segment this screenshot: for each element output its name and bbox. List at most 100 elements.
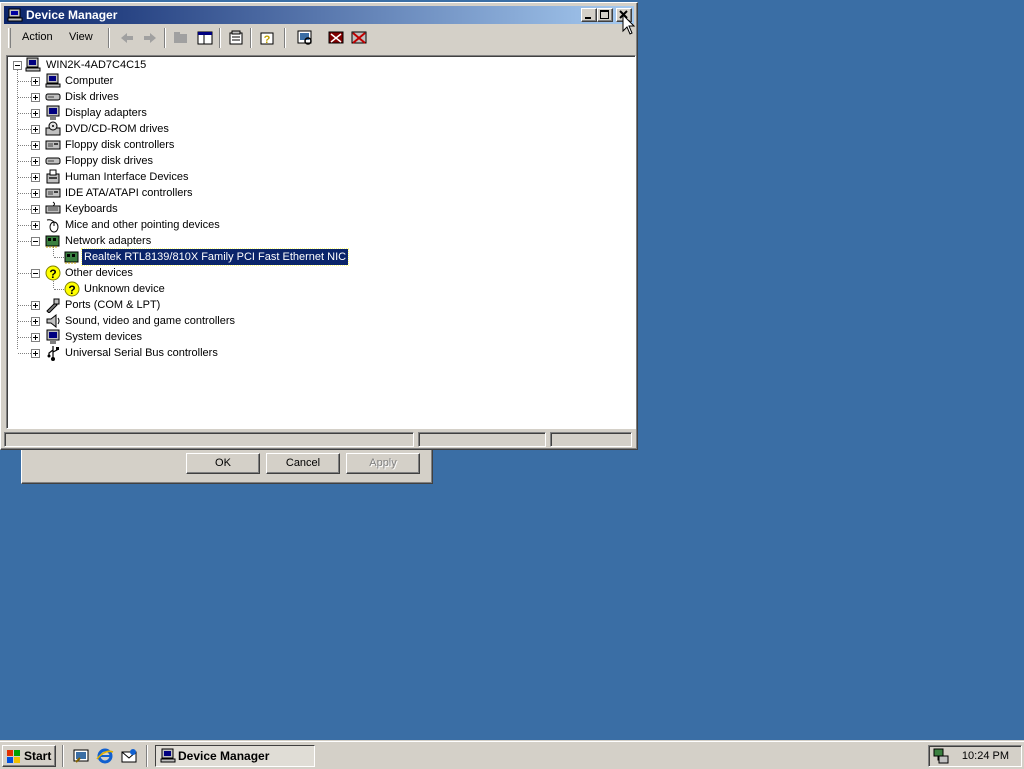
monitor-icon bbox=[46, 105, 60, 120]
expand-button[interactable] bbox=[31, 77, 40, 86]
help-icon[interactable]: ? bbox=[258, 29, 276, 47]
show-desktop-icon[interactable] bbox=[72, 747, 90, 765]
expand-button[interactable] bbox=[31, 205, 40, 214]
menu-action[interactable]: Action bbox=[22, 31, 53, 43]
outlook-express-icon[interactable] bbox=[120, 747, 138, 765]
clock: 10:24 PM bbox=[961, 750, 1009, 762]
minimize-button[interactable] bbox=[581, 8, 597, 22]
tree-item-label: Network adapters bbox=[65, 235, 152, 247]
windows-logo-icon bbox=[7, 750, 20, 763]
expand-button[interactable] bbox=[31, 125, 40, 134]
status-bar bbox=[4, 431, 634, 447]
expand-button[interactable] bbox=[31, 173, 40, 182]
disk-icon bbox=[45, 93, 61, 101]
tree-guide bbox=[18, 129, 31, 130]
tree-guide bbox=[18, 353, 31, 354]
apply-button: Apply bbox=[346, 453, 420, 474]
properties-icon[interactable] bbox=[227, 29, 245, 47]
tree-guide bbox=[18, 81, 31, 82]
start-button[interactable]: Start bbox=[2, 745, 56, 767]
expand-button[interactable] bbox=[31, 349, 40, 358]
taskbar-button-device-manager[interactable]: Device Manager bbox=[155, 745, 315, 767]
expand-button[interactable] bbox=[31, 189, 40, 198]
mouse-cursor-icon bbox=[622, 14, 636, 35]
disk-icon bbox=[45, 157, 61, 165]
monitor-icon bbox=[46, 329, 60, 344]
tree-guide bbox=[18, 113, 31, 114]
computer-icon bbox=[7, 8, 23, 22]
tree-item-label: Human Interface Devices bbox=[65, 171, 189, 183]
cdrom-icon bbox=[45, 121, 61, 136]
tree-guide bbox=[18, 321, 31, 322]
tree-item-label: Universal Serial Bus controllers bbox=[65, 347, 218, 359]
collapse-button[interactable] bbox=[31, 237, 40, 246]
toolbar-separator bbox=[164, 28, 166, 48]
toolbar-separator bbox=[284, 28, 286, 48]
expand-button[interactable] bbox=[31, 109, 40, 118]
tree-guide bbox=[18, 241, 31, 242]
taskbar-separator bbox=[62, 745, 64, 767]
expand-button[interactable] bbox=[31, 333, 40, 342]
computer-icon bbox=[45, 73, 61, 88]
start-label: Start bbox=[24, 749, 52, 763]
tree-guide bbox=[18, 209, 31, 210]
controller-icon bbox=[45, 140, 61, 150]
tree-guide bbox=[18, 161, 31, 162]
internet-explorer-icon[interactable] bbox=[96, 747, 114, 765]
taskbar-separator bbox=[146, 745, 148, 767]
tree-guide bbox=[18, 177, 31, 178]
expand-button[interactable] bbox=[31, 93, 40, 102]
computer-icon bbox=[25, 57, 41, 72]
tree-guide bbox=[18, 305, 31, 306]
toolbar-grip bbox=[8, 28, 11, 48]
network-icon bbox=[64, 251, 79, 264]
sound-icon bbox=[46, 313, 60, 329]
show-hide-tree-icon[interactable] bbox=[196, 29, 214, 47]
menu-toolbar: Action View ? bbox=[4, 26, 634, 50]
tree-item-label: Other devices bbox=[65, 267, 133, 279]
network-tray-icon[interactable] bbox=[933, 748, 949, 764]
expand-button[interactable] bbox=[31, 301, 40, 310]
tree-root-label: WIN2K-4AD7C4C15 bbox=[46, 59, 147, 71]
up-folder-icon[interactable] bbox=[172, 29, 190, 47]
forward-icon[interactable] bbox=[141, 29, 159, 47]
tree-item-label: IDE ATA/ATAPI controllers bbox=[65, 187, 193, 199]
status-panel bbox=[550, 432, 632, 447]
status-panel bbox=[418, 432, 546, 447]
tree-guide bbox=[18, 145, 31, 146]
collapse-button[interactable] bbox=[31, 269, 40, 278]
tree-item-label: Floppy disk drives bbox=[65, 155, 154, 167]
toolbar-separator bbox=[219, 28, 221, 48]
network-icon bbox=[45, 235, 60, 248]
device-tree[interactable]: WIN2K-4AD7C4C15 Computer Disk drives Displ… bbox=[6, 55, 636, 429]
expand-button[interactable] bbox=[31, 141, 40, 150]
expand-button[interactable] bbox=[31, 317, 40, 326]
tree-item-label: DVD/CD-ROM drives bbox=[65, 123, 169, 135]
tree-item-label: Sound, video and game controllers bbox=[65, 315, 235, 327]
expand-button[interactable] bbox=[31, 221, 40, 230]
hid-icon bbox=[46, 169, 60, 184]
uninstall-icon[interactable] bbox=[327, 29, 345, 47]
expand-button[interactable] bbox=[31, 157, 40, 166]
ok-button[interactable]: OK bbox=[186, 453, 260, 474]
tree-item-label: Disk drives bbox=[65, 91, 119, 103]
system-tray: 10:24 PM bbox=[928, 745, 1022, 767]
svg-text:?: ? bbox=[68, 283, 75, 297]
toolbar-separator bbox=[250, 28, 252, 48]
scan-hardware-icon[interactable] bbox=[296, 29, 314, 47]
tree-guide bbox=[18, 193, 31, 194]
tree-item-label: Ports (COM & LPT) bbox=[65, 299, 161, 311]
tree-item-label: Floppy disk controllers bbox=[65, 139, 175, 151]
cancel-button[interactable]: Cancel bbox=[266, 453, 340, 474]
menu-view[interactable]: View bbox=[69, 31, 93, 43]
taskbar-button-label: Device Manager bbox=[178, 749, 270, 763]
maximize-button[interactable] bbox=[597, 8, 613, 22]
collapse-button[interactable] bbox=[13, 61, 22, 70]
svg-text:?: ? bbox=[264, 34, 271, 46]
maximize-icon bbox=[600, 10, 609, 19]
disable-icon[interactable] bbox=[350, 29, 368, 47]
title-bar[interactable]: Device Manager bbox=[4, 6, 634, 24]
back-icon[interactable] bbox=[118, 29, 136, 47]
status-panel bbox=[4, 432, 414, 447]
port-icon bbox=[46, 298, 60, 313]
